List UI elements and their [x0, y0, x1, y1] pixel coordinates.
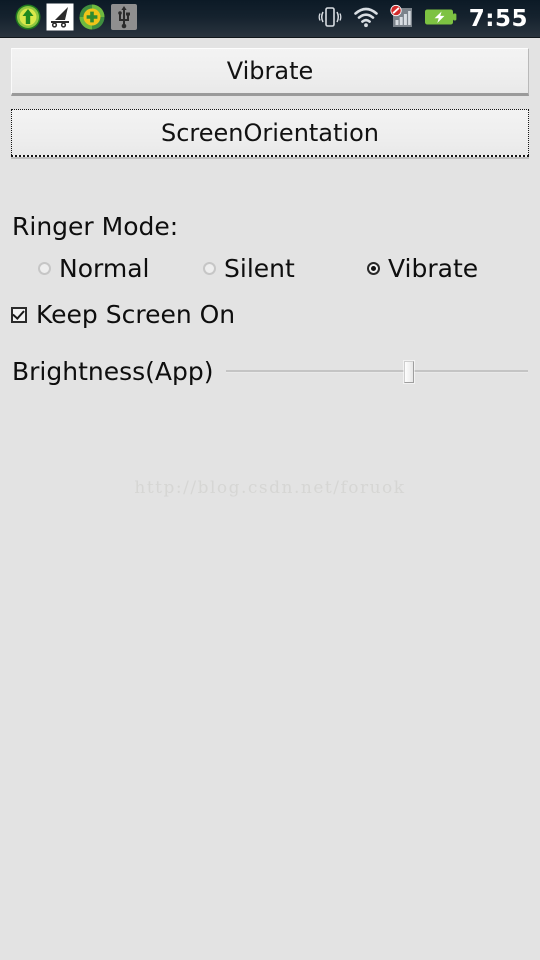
sync-plus-icon	[78, 3, 106, 35]
vibrate-icon	[317, 4, 343, 34]
wifi-icon	[352, 5, 380, 33]
keep-screen-on-label: Keep Screen On	[36, 300, 236, 329]
status-bar-clock: 7:55	[468, 5, 528, 32]
radio-label-silent: Silent	[224, 254, 295, 283]
adb-debug-icon	[46, 3, 74, 35]
radio-label-vibrate: Vibrate	[388, 254, 479, 283]
radio-circle-selected-icon	[367, 262, 380, 275]
signal-no-service-icon	[389, 4, 415, 34]
radio-circle-icon	[203, 262, 216, 275]
status-bar-notification-icons	[0, 3, 138, 35]
status-bar[interactable]: 7:55	[0, 0, 540, 38]
brightness-slider[interactable]	[226, 355, 528, 389]
screen-orientation-button[interactable]: ScreenOrientation	[11, 109, 529, 157]
checkbox-checked-icon	[11, 306, 27, 323]
keep-screen-on-checkbox[interactable]: Keep Screen On	[11, 302, 235, 327]
radio-label-normal: Normal	[59, 254, 150, 283]
battery-charging-icon	[424, 6, 458, 32]
download-arrow-icon	[14, 3, 42, 35]
watermark-text: http://blog.csdn.net/foruok	[134, 478, 406, 498]
radio-circle-icon	[38, 262, 51, 275]
brightness-label: Brightness(App)	[12, 357, 214, 386]
brightness-row: Brightness(App)	[12, 355, 528, 395]
app-content: Vibrate ScreenOrientation Ringer Mode: N…	[0, 38, 540, 960]
brightness-slider-track[interactable]	[226, 370, 528, 373]
radio-option-vibrate[interactable]: Vibrate	[367, 256, 478, 281]
radio-option-silent[interactable]: Silent	[203, 256, 295, 281]
usb-icon	[110, 3, 138, 35]
status-bar-system-icons: 7:55	[317, 4, 540, 34]
ringer-mode-radio-group: Normal Silent Vibrate	[0, 256, 540, 290]
ringer-mode-label: Ringer Mode:	[12, 212, 179, 241]
vibrate-button[interactable]: Vibrate	[11, 48, 529, 96]
brightness-slider-thumb[interactable]	[404, 361, 414, 383]
radio-option-normal[interactable]: Normal	[38, 256, 149, 281]
